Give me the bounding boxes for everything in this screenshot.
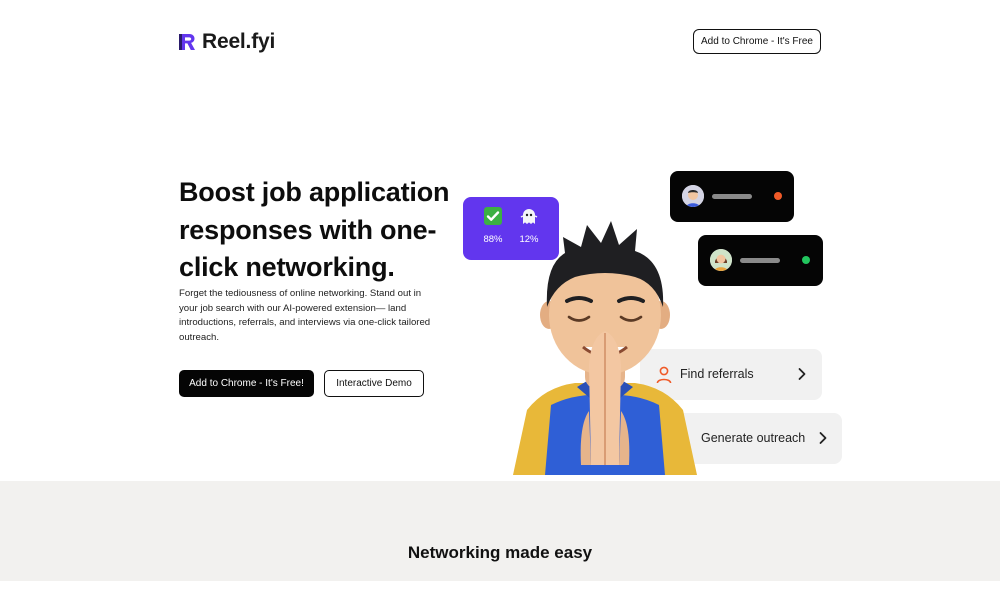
- female-avatar-icon: [710, 249, 732, 271]
- male-avatar-icon: [682, 185, 704, 207]
- reel-logo-icon: [179, 34, 195, 50]
- status-dot: [802, 256, 810, 264]
- message-placeholder-line: [712, 194, 752, 199]
- chevron-right-icon: [798, 368, 806, 380]
- message-preview: [698, 235, 823, 286]
- page: Reel.fyi Add to Chrome - It's Free Boost…: [0, 0, 1000, 600]
- memoji-avatar-image: [513, 221, 697, 475]
- hero-title: Boost job application responses with one…: [179, 177, 450, 282]
- message-placeholder-line: [740, 258, 780, 263]
- chevron-right-icon: [819, 432, 827, 444]
- hero-description: Forget the tediousness of online network…: [179, 288, 431, 343]
- stat-success-value: 88%: [483, 234, 503, 245]
- header-add-to-chrome-button[interactable]: Add to Chrome - It's Free: [693, 29, 821, 54]
- status-dot: [774, 192, 782, 200]
- logo-text: Reel.fyi: [202, 30, 276, 53]
- features-section: Networking made easy: [0, 481, 1000, 581]
- logo[interactable]: Reel.fyi: [179, 30, 275, 54]
- check-mark-icon: [484, 207, 502, 225]
- interactive-demo-button[interactable]: Interactive Demo: [324, 370, 424, 397]
- generate-outreach-label: Generate outreach: [701, 431, 806, 445]
- add-to-chrome-button[interactable]: Add to Chrome - It's Free!: [179, 370, 314, 397]
- stat-success: 88%: [478, 207, 508, 247]
- section-title: Networking made easy: [407, 543, 593, 562]
